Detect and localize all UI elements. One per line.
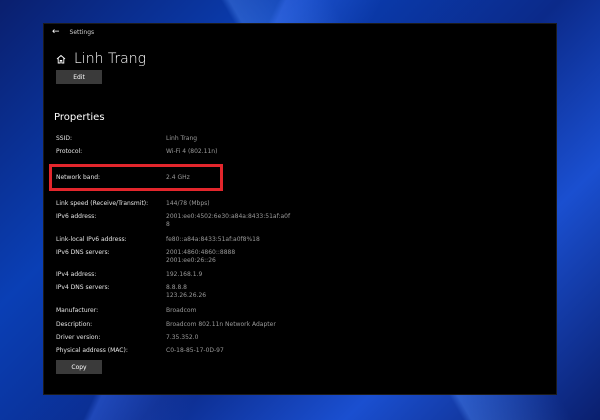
property-label: Link speed (Receive/Transmit): (56, 200, 149, 207)
property-value: fe80::a84a:8433:51af:a0f8%18 (166, 236, 260, 243)
property-value: Broadcom 802.11n Network Adapter (166, 321, 276, 328)
property-row-manufacturer: Manufacturer: Broadcom (56, 307, 196, 315)
property-row-ipv6-dns: IPv6 DNS servers: 2001:4860:4860::8888 2… (56, 249, 235, 265)
property-row-protocol: Protocol: Wi-Fi 4 (802.11n) (56, 148, 217, 156)
property-value: 144/78 (Mbps) (166, 200, 210, 207)
highlight-box (49, 164, 223, 191)
property-row-ssid: SSID: Linh Trang (56, 135, 197, 143)
properties-heading: Properties (54, 112, 105, 123)
property-value: C0-18-85-17-0D-97 (166, 347, 224, 354)
property-label: IPv6 address: (56, 213, 97, 220)
settings-window: ← Settings Linh Trang Edit Properties SS… (44, 24, 556, 394)
property-label: Driver version: (56, 334, 101, 341)
back-arrow-icon[interactable]: ← (52, 27, 60, 37)
property-value: Linh Trang (166, 135, 198, 142)
copy-button[interactable]: Copy (56, 360, 102, 374)
property-label: SSID: (56, 135, 73, 142)
property-row-ipv4-address: IPv4 address: 192.168.1.9 (56, 271, 202, 279)
property-row-link-speed: Link speed (Receive/Transmit): 144/78 (M… (56, 200, 210, 208)
page-header: Linh Trang (56, 51, 146, 67)
property-label: Physical address (MAC): (56, 347, 128, 354)
property-label: Link-local IPv6 address: (56, 236, 127, 243)
property-row-description: Description: Broadcom 802.11n Network Ad… (56, 321, 276, 329)
window-title: Settings (69, 28, 95, 36)
home-icon (56, 54, 66, 64)
property-row-link-local-ipv6: Link-local IPv6 address: fe80::a84a:8433… (56, 236, 260, 244)
property-value: Wi-Fi 4 (802.11n) (166, 148, 218, 155)
property-label: Manufacturer: (56, 307, 99, 314)
property-value: 7.35.352.0 (166, 334, 199, 341)
property-value: 2001:4860:4860::8888 2001:ee0:26::26 (166, 249, 236, 264)
property-value: Broadcom (166, 307, 197, 314)
page-title: Linh Trang (74, 51, 146, 67)
property-row-ipv6-address: IPv6 address: 2001:ee0:4502:6e30:a84a:84… (56, 213, 290, 229)
property-row-driver-version: Driver version: 7.35.352.0 (56, 334, 198, 342)
property-value: 192.168.1.9 (166, 271, 203, 278)
property-label: Description: (56, 321, 93, 328)
property-row-ipv4-dns: IPv4 DNS servers: 8.8.8.8 123.26.26.26 (56, 284, 206, 300)
edit-button[interactable]: Edit (56, 70, 102, 84)
property-label: IPv6 DNS servers: (56, 249, 110, 256)
property-value: 2001:ee0:4502:6e30:a84a:8433:51af:a0f 8 (166, 213, 291, 228)
property-label: IPv4 address: (56, 271, 97, 278)
property-label: IPv4 DNS servers: (56, 284, 110, 291)
property-value: 8.8.8.8 123.26.26.26 (166, 284, 207, 299)
property-label: Protocol: (56, 148, 83, 155)
property-row-mac-address: Physical address (MAC): C0-18-85-17-0D-9… (56, 347, 224, 355)
title-bar: ← Settings (44, 24, 556, 40)
